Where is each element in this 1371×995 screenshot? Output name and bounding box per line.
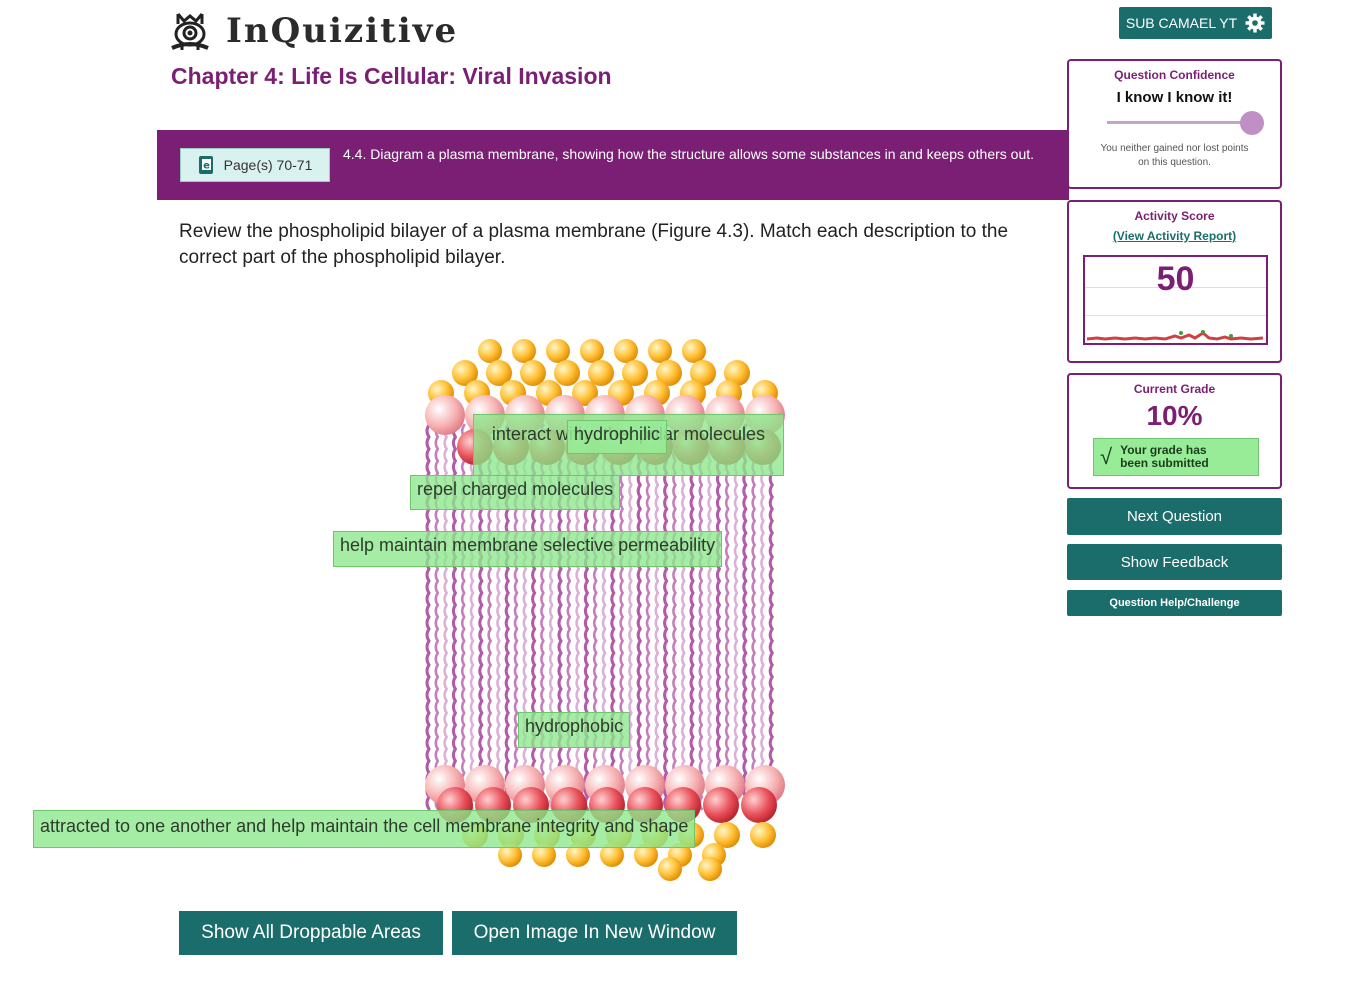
phosphate-head: [703, 787, 739, 823]
ebook-icon: e: [198, 156, 213, 174]
current-grade-title: Current Grade: [1133, 382, 1216, 396]
user-menu-button[interactable]: SUB CAMAEL YT: [1119, 7, 1272, 39]
lipid-tail: [636, 423, 643, 811]
phosphate-head: [478, 339, 502, 363]
score-trend-line: [1086, 330, 1264, 341]
confidence-panel: Question Confidence I know I know it! Yo…: [1067, 59, 1282, 189]
svg-text:e: e: [203, 161, 210, 172]
lipid-tail: [733, 423, 739, 811]
lipid-tail: [619, 423, 625, 811]
page-reference-button[interactable]: e Page(s) 70-71: [180, 148, 330, 182]
brand-name: InQuizitive: [226, 11, 459, 51]
next-question-button[interactable]: Next Question: [1067, 498, 1282, 535]
phosphate-head: [682, 339, 706, 363]
checkmark-icon: √: [1100, 444, 1113, 469]
view-activity-report-link[interactable]: (View Activity Report): [1069, 229, 1280, 243]
open-image-button[interactable]: Open Image In New Window: [452, 911, 737, 955]
phosphate-head: [658, 857, 682, 881]
answer-label-membrane-integrity[interactable]: attracted to one another and help mainta…: [33, 810, 696, 848]
chapter-title: Chapter 4: Life Is Cellular: Viral Invas…: [171, 63, 612, 89]
phosphate-head: [614, 339, 638, 363]
lipid-tail: [760, 423, 765, 811]
confidence-slider[interactable]: [1107, 110, 1264, 136]
current-grade-panel: Current Grade 10% √ Your grade has been …: [1067, 373, 1282, 489]
lipid-tail: [654, 423, 660, 811]
answer-label-selective-permeability[interactable]: help maintain membrane selective permeab…: [333, 531, 723, 567]
lipid-tail: [628, 423, 633, 811]
confidence-title: Question Confidence: [1114, 68, 1235, 82]
objective-banner: e Page(s) 70-71 4.4. Diagram a plasma me…: [157, 130, 1069, 200]
confidence-note: You neither gained nor lost points on th…: [1100, 143, 1249, 168]
phosphate-head: [698, 857, 722, 881]
learning-objective: 4.4. Diagram a plasma membrane, showing …: [343, 146, 1035, 162]
lipid-tail: [689, 423, 695, 811]
lipid-tail: [715, 423, 722, 811]
lipid-tail: [680, 423, 686, 811]
lipid-tail: [645, 423, 651, 811]
phosphate-head: [741, 787, 777, 823]
question-help-button[interactable]: Question Help/Challenge: [1067, 590, 1282, 616]
phosphate-head: [512, 339, 536, 363]
lipid-tail: [768, 423, 775, 811]
phosphate-head: [554, 360, 580, 386]
lipid-tail: [663, 423, 669, 811]
question-prompt: Review the phospholipid bilayer of a pla…: [179, 221, 1009, 268]
current-grade-value: 10%: [1146, 400, 1203, 431]
gear-icon: [1245, 13, 1265, 33]
grade-status-text: Your grade has been submitted: [1120, 443, 1209, 470]
lipid-tail: [698, 423, 704, 811]
show-droppable-areas-button[interactable]: Show All Droppable Areas: [179, 911, 443, 955]
page-reference-label: Page(s) 70-71: [223, 157, 313, 173]
confidence-value: I know I know it!: [1116, 89, 1233, 106]
lipid-tail: [751, 423, 757, 811]
activity-score-graph: 50: [1083, 255, 1268, 345]
answer-label-repel-charged[interactable]: repel charged molecules: [410, 475, 621, 510]
grade-submitted-badge: √ Your grade has been submitted: [1093, 438, 1259, 476]
show-feedback-button[interactable]: Show Feedback: [1067, 544, 1282, 580]
answer-label-hydrophilic[interactable]: hydrophilic: [567, 420, 668, 454]
activity-score-panel: Activity Score (View Activity Report) 50: [1067, 200, 1282, 363]
phosphate-head: [750, 822, 776, 848]
graph-gridline: [1085, 315, 1266, 316]
lipid-tail: [707, 423, 713, 811]
phosphate-head: [648, 339, 672, 363]
answer-label-hydrophobic[interactable]: hydrophobic: [518, 712, 631, 748]
inquizitive-logo: InQuizitive: [168, 10, 458, 52]
user-label: SUB CAMAEL YT: [1125, 15, 1238, 31]
slider-handle[interactable]: [1240, 111, 1264, 135]
lipid-tail: [724, 423, 730, 811]
phosphate-head: [425, 395, 465, 435]
lipid-tail: [672, 423, 677, 811]
activity-score-value: 50: [1156, 260, 1195, 298]
slider-track: [1107, 121, 1252, 124]
phosphate-head: [580, 339, 604, 363]
lipid-tail: [742, 423, 748, 811]
owl-logo-icon: [171, 13, 209, 50]
phosphate-head: [546, 339, 570, 363]
activity-score-title: Activity Score: [1134, 209, 1215, 223]
